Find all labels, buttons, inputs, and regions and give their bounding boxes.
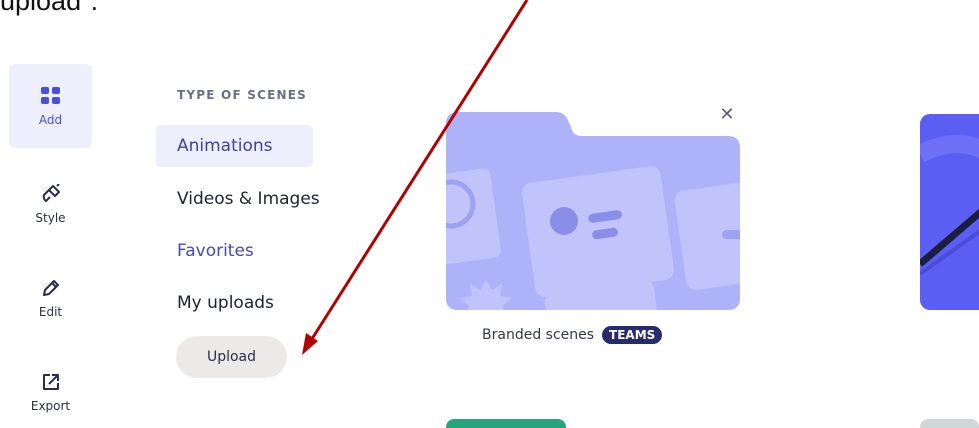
scene-item-my-uploads[interactable]: My uploads <box>156 282 295 324</box>
scene-item-label: Favorites <box>177 241 254 261</box>
instruction-caption: upload". <box>0 0 99 16</box>
teams-badge: TEAMS <box>602 326 663 344</box>
scene-item-label: Videos & Images <box>177 189 320 209</box>
rail-item-edit[interactable]: Edit <box>9 256 92 340</box>
branded-scenes-thumbnail[interactable] <box>446 112 740 310</box>
rail-item-export[interactable]: Export <box>9 350 92 428</box>
rail-item-style-label: Style <box>35 211 66 225</box>
paint-icon <box>41 183 61 205</box>
scene-item-videos-images[interactable]: Videos & Images <box>156 178 341 220</box>
rail-item-export-label: Export <box>30 399 71 413</box>
scene-item-favorites[interactable]: Favorites <box>156 230 275 272</box>
scene-item-label: My uploads <box>177 293 274 313</box>
rail-item-style[interactable]: Style <box>9 162 92 246</box>
rail-item-add[interactable]: Add <box>9 64 92 148</box>
scene-item-animations[interactable]: Animations <box>156 125 313 167</box>
scene-card-partial[interactable] <box>920 114 979 310</box>
branded-scenes-label: Branded scenes <box>482 327 595 343</box>
branded-scenes-caption: Branded scenes TEAMS <box>482 326 663 344</box>
scene-item-label: Animations <box>177 136 273 156</box>
close-icon[interactable]: ✕ <box>717 105 737 125</box>
grid-icon <box>40 85 62 107</box>
pencil-icon <box>41 277 61 299</box>
scene-card-strip <box>920 419 979 428</box>
app-screen: upload". Add Style Edit Export TYPE OF S… <box>0 0 979 428</box>
upload-button[interactable]: Upload <box>176 336 287 378</box>
export-icon <box>41 371 61 393</box>
scene-card-strip <box>446 419 566 428</box>
section-title: TYPE OF SCENES <box>177 88 307 102</box>
rail-item-edit-label: Edit <box>38 305 63 319</box>
rail-item-add-label: Add <box>38 113 63 127</box>
